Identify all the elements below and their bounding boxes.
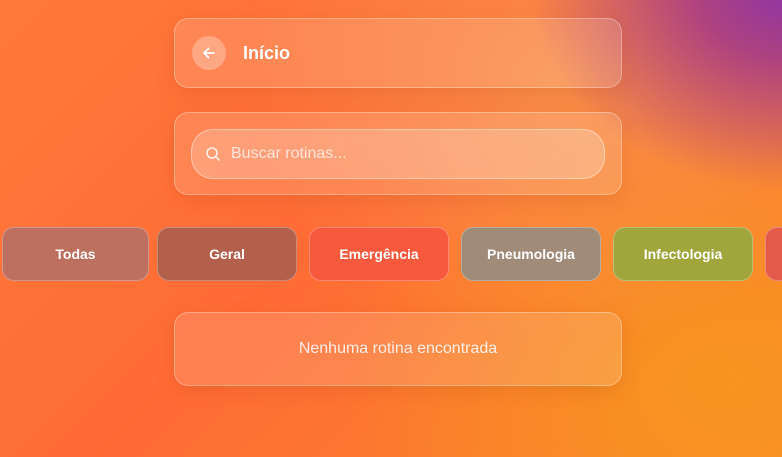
empty-state-message: Nenhuma rotina encontrada xyxy=(298,340,498,357)
category-filter-bar: Todas Geral Emergência Pneumologia Infec… xyxy=(0,227,782,281)
empty-state-card: Nenhuma rotina encontrada xyxy=(174,312,622,386)
filter-chip-emergencia[interactable]: Emergência xyxy=(309,227,449,281)
header-card: Início xyxy=(174,18,622,88)
filter-chip-infectologia[interactable]: Infectologia xyxy=(613,227,753,281)
arrow-left-icon xyxy=(203,47,215,59)
search-input[interactable] xyxy=(231,145,604,163)
filter-chip-geral[interactable]: Geral xyxy=(157,227,297,281)
search-icon xyxy=(206,147,220,161)
page-title: Início xyxy=(243,42,291,63)
filter-chip-partial[interactable] xyxy=(765,227,782,281)
search-card xyxy=(174,112,622,195)
back-button[interactable] xyxy=(192,36,226,70)
filter-chip-pneumologia[interactable]: Pneumologia xyxy=(461,227,601,281)
search-box[interactable] xyxy=(191,129,605,179)
filter-chip-todas[interactable]: Todas xyxy=(2,227,149,281)
